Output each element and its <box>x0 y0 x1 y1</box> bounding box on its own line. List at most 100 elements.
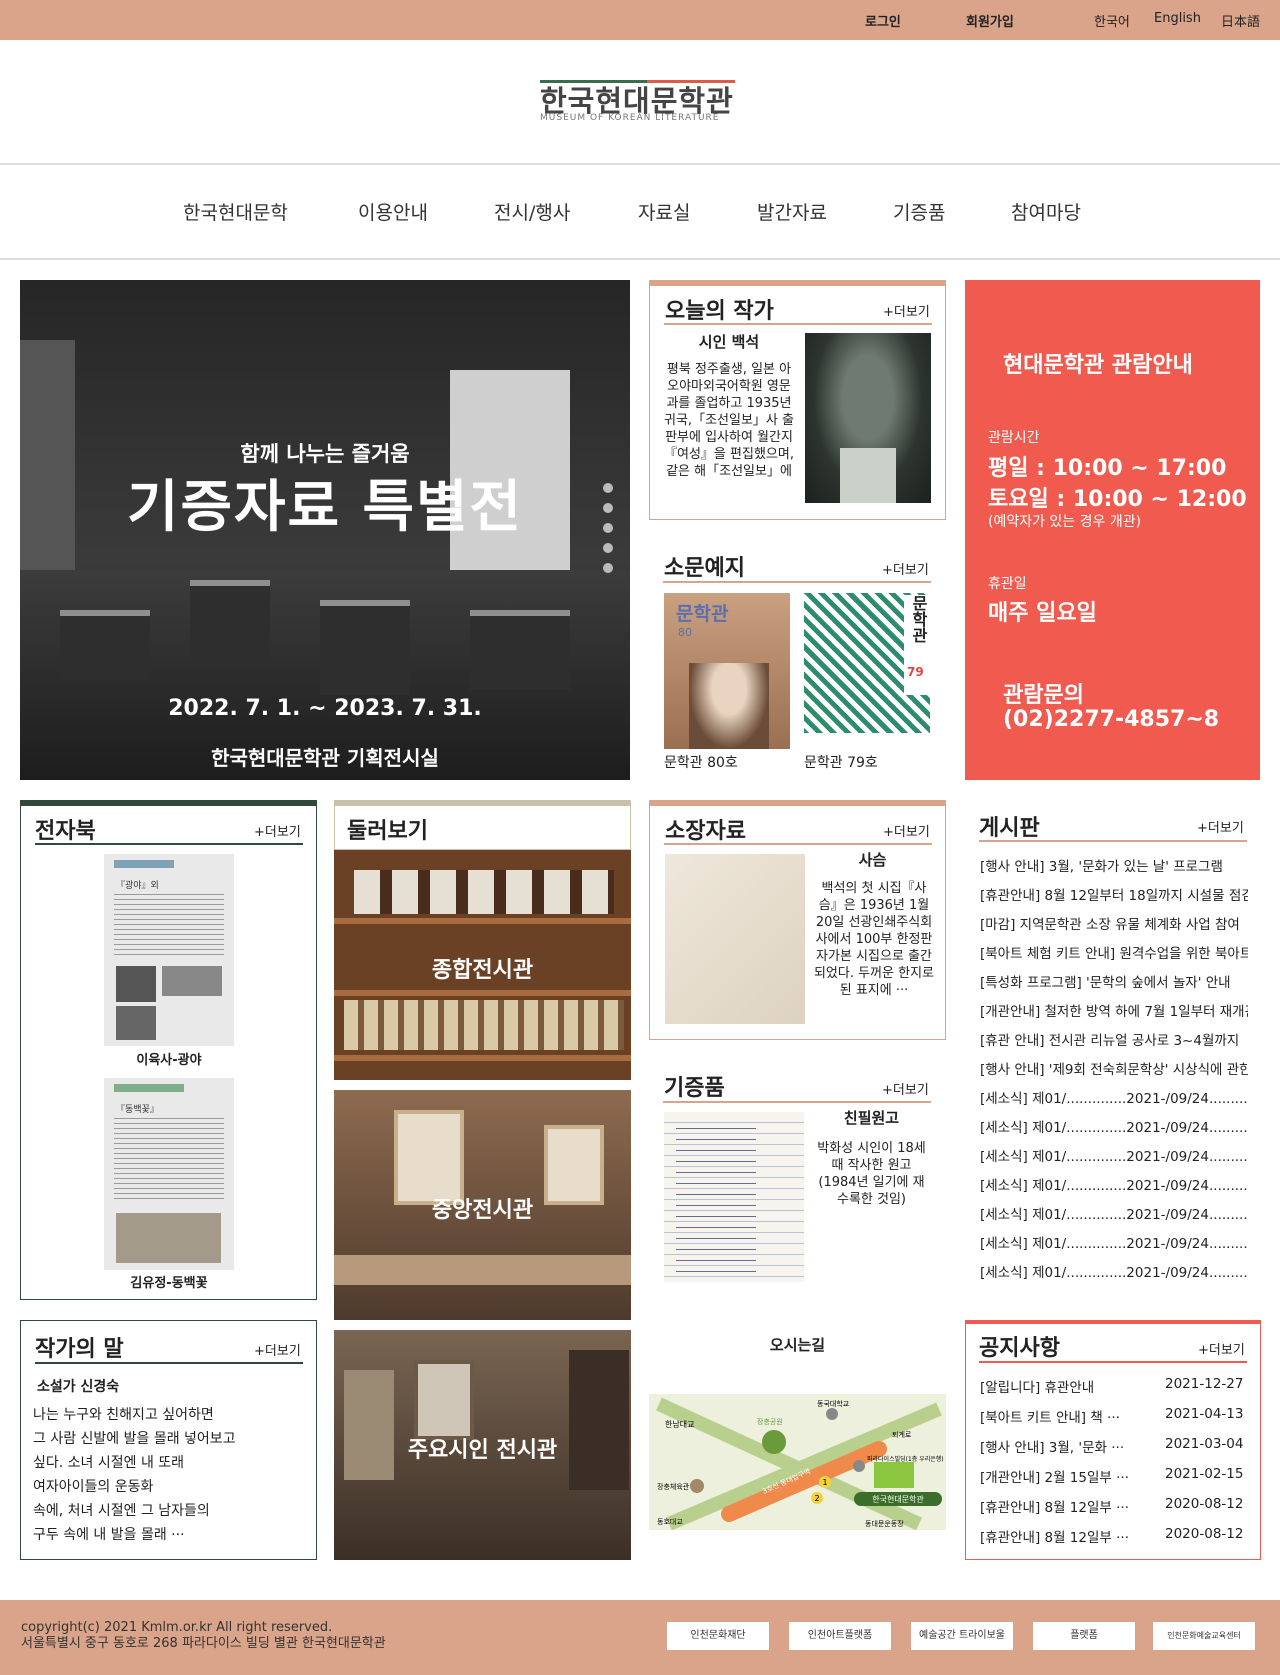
board-item[interactable]: [휴관 안내] 전시관 리뉴얼 공사로 3~4월까지 <box>980 1029 1248 1049</box>
board-item[interactable]: [행사 안내] '제9회 전숙희문학상' 시상식에 관한 <box>980 1058 1248 1078</box>
visit-info-title: 현대문학관 관람안내 <box>1003 353 1193 378</box>
today-author-name: 시인 백석 <box>698 333 760 351</box>
shelf <box>334 990 631 996</box>
nav-item-donations[interactable]: 기증품 <box>893 198 945 225</box>
hall-display <box>334 1255 631 1285</box>
donation-manuscript-photo[interactable] <box>664 1112 804 1282</box>
collection-name: 사슴 <box>858 851 887 869</box>
nav-item-archive[interactable]: 자료실 <box>638 198 690 225</box>
board-item[interactable]: [세소식] 제01/..............2021-/09/24.....… <box>980 1232 1248 1252</box>
magazine-caption-79[interactable]: 문학관 79호 <box>804 752 878 772</box>
ebook-card: 전자북 +더보기 『광야』외 이육사-광야 『동백꽃』 김유정-동백꽃 <box>20 800 317 1300</box>
browse-hall-central[interactable]: 중앙전시관 <box>334 1090 631 1320</box>
notice-item-title: [휴관안내] 8월 12일부 ··· <box>980 1500 1129 1516</box>
board-item[interactable]: [개관안내] 철저한 방역 하에 7월 1일부터 재개관 <box>980 1000 1248 1020</box>
nav-item-publications[interactable]: 발간자료 <box>757 198 827 225</box>
browse-hall-poets[interactable]: 주요시인 전시관 <box>334 1330 631 1560</box>
writer-word-more-link[interactable]: +더보기 <box>254 1340 301 1359</box>
main-nav: 한국현대문학 이용안내 전시/행사 자료실 발간자료 기증품 참여마당 <box>0 165 1280 260</box>
ebook-page-title: 『동백꽃』 <box>116 1105 159 1115</box>
author-portrait[interactable] <box>805 333 931 503</box>
board-item[interactable]: [세소식] 제01/..............2021-/09/24.....… <box>980 1261 1248 1281</box>
nav-item-participation[interactable]: 참여마당 <box>1011 198 1081 225</box>
board-more-link[interactable]: +더보기 <box>1197 817 1244 836</box>
footer-address: 서울특별시 중구 동호로 268 파라다이스 빌딩 별관 한국현대문학관 <box>21 1636 386 1651</box>
board-item[interactable]: [세소식] 제01/..............2021-/09/24.....… <box>980 1087 1248 1107</box>
collection-title: 소장자료 <box>665 819 746 844</box>
location-map[interactable]: 1 2 한국현대문학관 한남대교 장충공원 동국대학교 퇴계로 장충체육관 파라… <box>649 1394 946 1530</box>
today-author-more-link[interactable]: +더보기 <box>883 301 930 320</box>
board-item[interactable]: [세소식] 제01/..............2021-/09/24.....… <box>980 1174 1248 1194</box>
partner-logo[interactable]: 인천문화예술교육센터 <box>1153 1622 1255 1650</box>
board-item[interactable]: [세소식] 제01/..............2021-/09/24.....… <box>980 1116 1248 1136</box>
collection-photo[interactable] <box>665 854 805 1024</box>
ebook-caption-2[interactable]: 김유정-동백꽃 <box>104 1272 234 1291</box>
notice-item[interactable]: [개관안내] 2월 15일부 ··· 2021-02-15 <box>980 1466 1243 1486</box>
nav-item-exhibition[interactable]: 전시/행사 <box>494 198 570 225</box>
lang-english-link[interactable]: English <box>1154 11 1201 26</box>
board-item[interactable]: [특성화 프로그램] '문학의 숲에서 놀자' 안내 <box>980 971 1248 991</box>
partner-logo[interactable]: 예술공간 트라이보울 <box>911 1622 1013 1650</box>
shelf <box>334 1055 631 1061</box>
board-item[interactable]: [휴관안내] 8월 12일부터 18일까지 시설물 점검 <box>980 884 1248 904</box>
notice-item-date: 2021-04-13 <box>1165 1406 1244 1422</box>
notice-item[interactable]: [알립니다] 휴관안내 2021-12-27 <box>980 1376 1243 1396</box>
magazine-caption-80[interactable]: 문학관 80호 <box>664 752 738 772</box>
nav-item-guide[interactable]: 이용안내 <box>358 198 428 225</box>
ebook-photo <box>116 1006 156 1040</box>
partner-logo[interactable]: 인천문화재단 <box>667 1622 769 1650</box>
ebook-more-link[interactable]: +더보기 <box>254 821 301 840</box>
board-item[interactable]: [마감] 지역문학관 소장 유물 체계화 사업 참여 <box>980 913 1248 933</box>
carousel-dot[interactable] <box>603 543 613 553</box>
collection-more-link[interactable]: +더보기 <box>883 821 930 840</box>
notice-item[interactable]: [휴관안내] 8월 12일부 ··· 2020-08-12 <box>980 1496 1243 1516</box>
notice-item-title: [행사 안내] 3월, '문화 ··· <box>980 1440 1125 1456</box>
magazine-cover-79[interactable]: 문학관 79 <box>804 593 930 749</box>
partner-logo[interactable]: 플랫폼 <box>1033 1622 1135 1650</box>
footer-copyright: copyright(c) 2021 Kmlm.or.kr All right r… <box>21 1620 333 1635</box>
donation-more-link[interactable]: +더보기 <box>882 1079 929 1098</box>
signup-link[interactable]: 회원가입 <box>966 11 1014 30</box>
notice-item-title: [알립니다] 휴관안내 <box>980 1380 1095 1396</box>
hero-banner[interactable]: 함께 나누는 즐거움 기증자료 특별전 2022. 7. 1. ~ 2023. … <box>20 280 630 780</box>
carousel-dot[interactable] <box>603 523 613 533</box>
cover-bottom <box>804 733 930 749</box>
map-label: 파라다이스빌딩(1층 우리은행) <box>867 1455 944 1463</box>
map-park-marker <box>762 1430 786 1454</box>
today-author-title: 오늘의 작가 <box>665 299 774 324</box>
ebook-caption-1[interactable]: 이육사-광야 <box>104 1049 234 1068</box>
lang-korean-link[interactable]: 한국어 <box>1094 11 1130 30</box>
browse-header: 둘러보기 <box>334 800 631 850</box>
notice-item[interactable]: [휴관안내] 8월 12일부 ··· 2020-08-12 <box>980 1526 1243 1546</box>
card-underline <box>35 843 303 845</box>
notice-more-link[interactable]: +더보기 <box>1198 1339 1245 1358</box>
board-item[interactable]: [세소식] 제01/..............2021-/09/24.....… <box>980 1145 1248 1165</box>
hall-frame <box>414 1360 474 1440</box>
card-top-bar <box>21 801 316 806</box>
ebook-cover-1[interactable]: 『광야』외 <box>104 854 234 1046</box>
writer-word-card: 작가의 말 +더보기 소설가 신경숙 나는 누구와 친해지고 싶어하면 그 사람… <box>20 1320 317 1560</box>
nav-item-korean-literature[interactable]: 한국현대문학 <box>183 198 288 225</box>
partner-logo[interactable]: 인천아트플랫폼 <box>789 1622 891 1650</box>
notice-title: 공지사항 <box>979 1336 1060 1361</box>
carousel-dot[interactable] <box>603 483 613 493</box>
notice-item[interactable]: [행사 안내] 3월, '문화 ··· 2021-03-04 <box>980 1436 1243 1456</box>
magazine-more-link[interactable]: +더보기 <box>882 559 929 578</box>
ebook-cover-2[interactable]: 『동백꽃』 <box>104 1078 234 1270</box>
board-item[interactable]: [세소식] 제01/..............2021-/09/24.....… <box>980 1203 1248 1223</box>
lang-japanese-link[interactable]: 日本語 <box>1221 11 1260 30</box>
site-logo[interactable]: 한국현대문학관 MUSEUM OF KOREAN LITERATURE <box>540 80 740 128</box>
login-link[interactable]: 로그인 <box>865 11 901 30</box>
visit-info-panel: 현대문학관 관람안내 관람시간 평일 : 10:00 ~ 17:00 토요일 :… <box>965 280 1260 780</box>
inquiry-phone[interactable]: (02)2277-4857~8 <box>1003 707 1219 732</box>
board-item[interactable]: [북아트 체험 키트 안내] 원격수업을 위한 북아트 <box>980 942 1248 962</box>
magazine-cover-80[interactable]: 문학관 80 <box>664 593 790 749</box>
browse-hall-general[interactable]: 종합전시관 <box>334 850 631 1080</box>
ebook-text-block <box>114 1118 224 1203</box>
board-item[interactable]: [행사 안내] 3월, '문화가 있는 날' 프로그램 <box>980 855 1248 875</box>
carousel-dot[interactable] <box>603 503 613 513</box>
top-bar: 로그인 회원가입 한국어 English 日本語 <box>0 0 1280 40</box>
carousel-dot[interactable] <box>603 563 613 573</box>
notice-item[interactable]: [북아트 키트 안내] 책 ··· 2021-04-13 <box>980 1406 1243 1426</box>
map-label: 동대문운동장 <box>865 1519 904 1528</box>
